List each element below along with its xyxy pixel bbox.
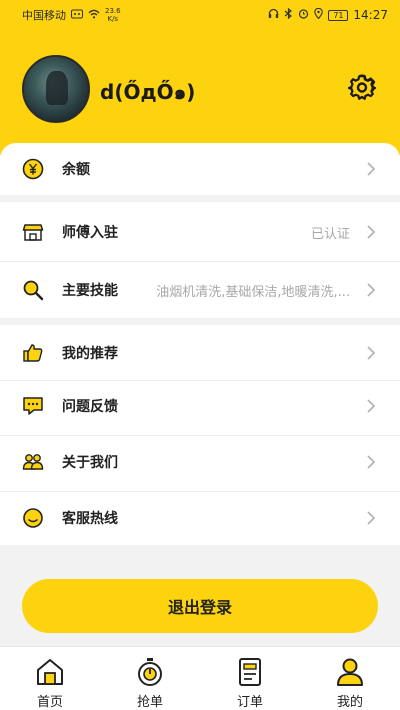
chevron-right-icon — [366, 398, 376, 414]
smiley-icon — [22, 507, 44, 529]
menu-item-label: 我的推荐 — [62, 346, 118, 362]
net-speed-unit: K/s — [107, 15, 119, 23]
master-entry-row[interactable]: 师傅入驻 已认证 — [0, 204, 400, 260]
status-bar: 中国移动 23.6 K/s 71 14:27 — [0, 0, 400, 30]
menu-item-label: 关于我们 — [62, 455, 118, 471]
logout-button[interactable]: 退出登录 — [22, 579, 378, 633]
headphone-icon — [268, 8, 279, 22]
menu-card: 我的推荐 问题反馈 关于我们 客服热线 — [0, 325, 400, 545]
tab-label: 首页 — [36, 695, 63, 710]
balance-label: 余额 — [62, 162, 90, 178]
menu-item-recommend[interactable]: 我的推荐 — [0, 325, 400, 381]
master-card: 师傅入驻 已认证 主要技能 油烟机清洗,基础保洁,地暖清洗,... — [0, 202, 400, 318]
tab-label: 我的 — [336, 695, 363, 710]
menu-item-label: 问题反馈 — [62, 399, 118, 415]
store-icon — [22, 221, 44, 243]
bluetooth-icon — [284, 7, 293, 22]
chevron-right-icon — [366, 224, 376, 240]
location-icon — [314, 7, 324, 22]
document-icon — [234, 656, 266, 688]
certified-status: 已认证 — [310, 226, 350, 242]
tab-label: 抢单 — [136, 695, 163, 710]
battery-indicator: 71 — [328, 9, 349, 21]
bottom-tab-bar: 首页 抢单 订单 我的 — [0, 646, 400, 710]
main-skills-value: 油烟机清洗,基础保洁,地暖清洗,... — [156, 284, 350, 300]
profile-header: d(ŐдŐ๑) — [0, 30, 400, 155]
wifi-icon — [88, 9, 100, 22]
menu-item-about-us[interactable]: 关于我们 — [0, 434, 400, 490]
chevron-right-icon — [366, 510, 376, 526]
menu-item-label: 客服热线 — [62, 511, 118, 527]
settings-icon[interactable] — [347, 73, 377, 101]
username: d(ŐдŐ๑) — [100, 80, 196, 104]
tab-label: 订单 — [236, 695, 263, 710]
tab-orders[interactable]: 订单 — [200, 647, 300, 710]
menu-item-customer-hotline[interactable]: 客服热线 — [0, 490, 400, 546]
users-icon — [22, 451, 44, 473]
tab-home[interactable]: 首页 — [0, 647, 100, 710]
tab-mine[interactable]: 我的 — [300, 647, 400, 710]
home-icon — [34, 656, 66, 688]
main-skills-label: 主要技能 — [62, 283, 118, 299]
avatar[interactable] — [22, 55, 90, 123]
clock: 14:27 — [353, 8, 388, 22]
master-entry-label: 师傅入驻 — [62, 225, 118, 241]
wechat-icon — [71, 9, 83, 22]
alarm-icon — [298, 8, 309, 22]
net-speed: 23.6 K/s — [105, 7, 121, 23]
message-icon — [22, 395, 44, 417]
balance-card: 余额 — [0, 143, 400, 195]
tab-grab-order[interactable]: 抢单 — [100, 647, 200, 710]
stopwatch-icon — [134, 656, 166, 688]
main-skills-row[interactable]: 主要技能 油烟机清洗,基础保洁,地暖清洗,... — [0, 262, 400, 318]
menu-item-feedback[interactable]: 问题反馈 — [0, 378, 400, 434]
carrier-label: 中国移动 — [22, 9, 66, 22]
yen-icon — [22, 158, 44, 180]
person-icon — [334, 656, 366, 688]
thumbs-up-icon — [22, 342, 44, 364]
chevron-right-icon — [366, 454, 376, 470]
chevron-right-icon — [366, 345, 376, 361]
net-speed-value: 23.6 — [105, 7, 121, 15]
chevron-right-icon — [366, 161, 376, 177]
search-icon — [22, 279, 44, 301]
balance-row[interactable]: 余额 — [0, 143, 400, 195]
chevron-right-icon — [366, 282, 376, 298]
